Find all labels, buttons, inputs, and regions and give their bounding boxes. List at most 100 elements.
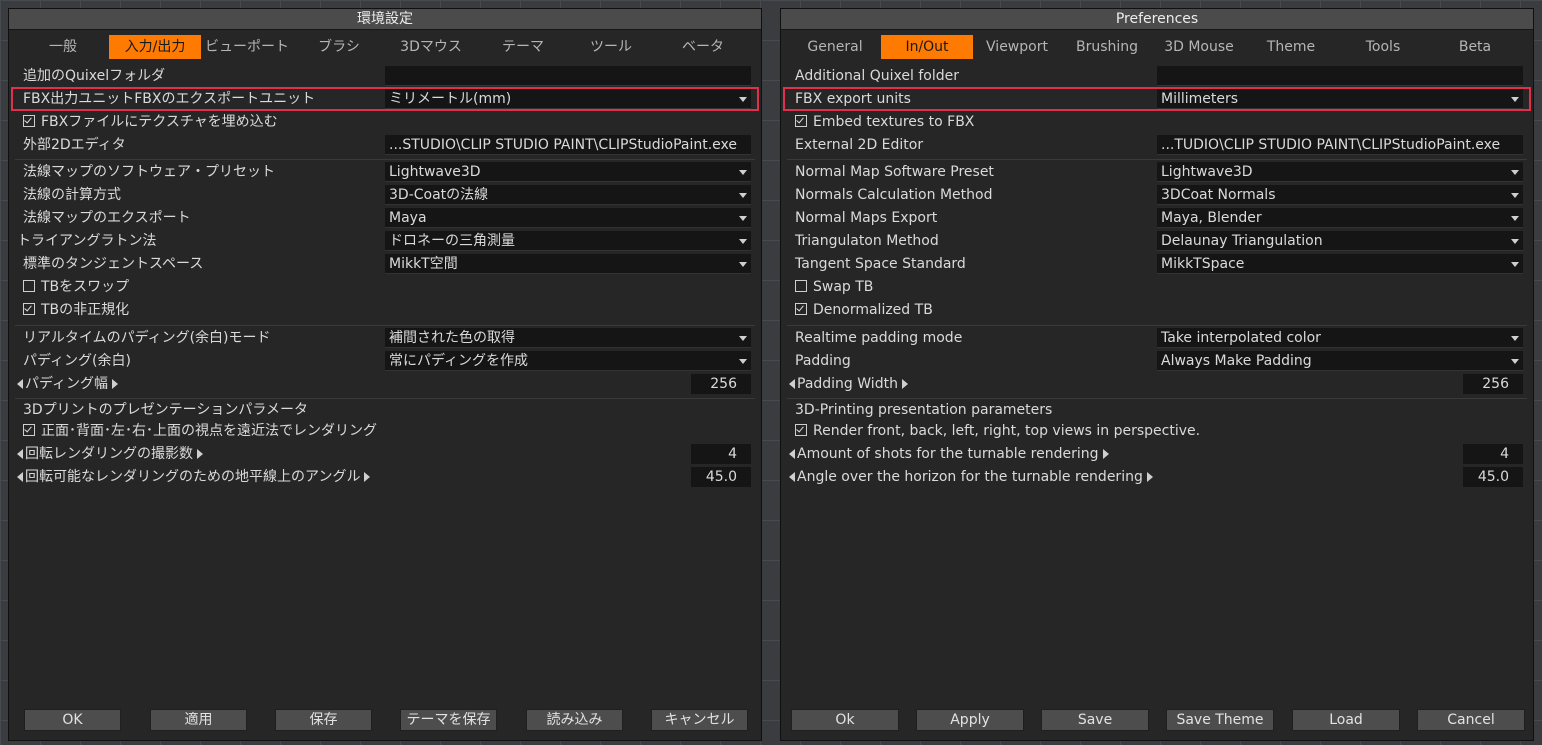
- checkbox-checked-icon[interactable]: [23, 303, 35, 315]
- checkbox-unchecked-icon[interactable]: [23, 280, 35, 292]
- tangent-space-label: Tangent Space Standard: [795, 256, 966, 272]
- tangent-space-select[interactable]: MikkT空間: [385, 254, 751, 274]
- checkbox-checked-icon[interactable]: [795, 424, 807, 436]
- arrow-right-icon[interactable]: [112, 379, 119, 389]
- cancel-button[interactable]: Cancel: [1417, 709, 1525, 731]
- padding-width-input[interactable]: 256: [1463, 374, 1523, 394]
- tangent-space-select[interactable]: MikkTSpace: [1157, 254, 1523, 274]
- swap-tb-row[interactable]: Swap TB: [787, 276, 1527, 298]
- arrow-left-icon[interactable]: [789, 379, 795, 389]
- tab-theme[interactable]: Theme: [1245, 35, 1337, 59]
- tab-viewport[interactable]: ビューポート: [201, 35, 293, 59]
- arrow-right-icon[interactable]: [901, 379, 908, 389]
- checkbox-unchecked-icon[interactable]: [795, 280, 807, 292]
- padding-select[interactable]: 常にパディングを作成: [385, 351, 751, 371]
- apply-button[interactable]: Apply: [916, 709, 1024, 731]
- tab-tools[interactable]: Tools: [1337, 35, 1429, 59]
- angle-label: Angle over the horizon for the turnable …: [797, 469, 1143, 485]
- tab-in-out[interactable]: 入力/出力: [109, 35, 201, 59]
- tab-beta[interactable]: Beta: [1429, 35, 1521, 59]
- divider: [15, 325, 755, 326]
- apply-button[interactable]: 適用: [150, 709, 247, 731]
- arrow-right-icon[interactable]: [1102, 449, 1109, 459]
- ok-button[interactable]: Ok: [791, 709, 899, 731]
- nm-preset-select[interactable]: Lightwave3D: [1157, 162, 1523, 182]
- arrow-left-icon[interactable]: [17, 472, 23, 482]
- save-button[interactable]: 保存: [275, 709, 372, 731]
- angle-input[interactable]: 45.0: [691, 467, 751, 487]
- padding-width-slider[interactable]: Padding Width: [789, 373, 908, 395]
- arrow-left-icon[interactable]: [789, 449, 795, 459]
- load-button[interactable]: 読み込み: [526, 709, 623, 731]
- save-theme-button[interactable]: Save Theme: [1166, 709, 1274, 731]
- load-button[interactable]: Load: [1292, 709, 1400, 731]
- padding-width-slider[interactable]: パディング幅: [17, 373, 119, 395]
- render-perspective-row[interactable]: Render front, back, left, right, top vie…: [787, 420, 1527, 442]
- external-editor-input[interactable]: ...STUDIO\CLIP STUDIO PAINT\CLIPStudioPa…: [385, 135, 751, 155]
- checkbox-checked-icon[interactable]: [23, 424, 35, 436]
- denormalized-tb-row[interactable]: Denormalized TB: [787, 299, 1527, 321]
- cancel-button[interactable]: キャンセル: [651, 709, 748, 731]
- padding-width-input[interactable]: 256: [691, 374, 751, 394]
- tab-3d-mouse[interactable]: 3Dマウス: [385, 35, 477, 59]
- quixel-folder-input[interactable]: [385, 66, 751, 86]
- chevron-down-icon: [739, 193, 747, 198]
- triangulation-select[interactable]: Delaunay Triangulation: [1157, 231, 1523, 251]
- ok-button[interactable]: OK: [24, 709, 121, 731]
- window-title: Preferences: [781, 9, 1533, 30]
- checkbox-checked-icon[interactable]: [795, 303, 807, 315]
- render-perspective-option: 正面･背面･左･右･上面の視点を遠近法でレンダリング: [23, 420, 377, 442]
- arrow-left-icon[interactable]: [789, 472, 795, 482]
- shots-slider[interactable]: Amount of shots for the turnable renderi…: [789, 443, 1109, 465]
- swap-tb-row[interactable]: TBをスワップ: [15, 276, 755, 298]
- denormalized-tb-row[interactable]: TBの非正規化: [15, 299, 755, 321]
- embed-textures-row[interactable]: FBXファイルにテクスチャを埋め込む: [15, 111, 755, 133]
- tab-beta[interactable]: ベータ: [657, 35, 749, 59]
- save-button[interactable]: Save: [1041, 709, 1149, 731]
- normals-calc-select[interactable]: 3D-Coatの法線: [385, 185, 751, 205]
- realtime-padding-select[interactable]: 補間された色の取得: [385, 328, 751, 348]
- arrow-right-icon[interactable]: [1146, 472, 1153, 482]
- denormalized-tb-label: Denormalized TB: [813, 302, 933, 318]
- embed-textures-row[interactable]: Embed textures to FBX: [787, 111, 1527, 133]
- quixel-folder-input[interactable]: [1157, 66, 1523, 86]
- arrow-left-icon[interactable]: [17, 379, 23, 389]
- save-theme-button[interactable]: テーマを保存: [400, 709, 497, 731]
- tab-brushing[interactable]: Brushing: [1061, 35, 1153, 59]
- arrow-right-icon[interactable]: [364, 472, 371, 482]
- realtime-padding-select[interactable]: Take interpolated color: [1157, 328, 1523, 348]
- tab-3d-mouse[interactable]: 3D Mouse: [1153, 35, 1245, 59]
- shots-slider[interactable]: 回転レンダリングの撮影数: [17, 443, 203, 465]
- nm-export-select[interactable]: Maya, Blender: [1157, 208, 1523, 228]
- triangulation-select[interactable]: ドロネーの三角測量: [385, 231, 751, 251]
- padding-select[interactable]: Always Make Padding: [1157, 351, 1523, 371]
- tab-general[interactable]: 一般: [17, 35, 109, 59]
- checkbox-checked-icon[interactable]: [795, 115, 807, 127]
- angle-slider[interactable]: 回転可能なレンダリングのための地平線上のアングル: [17, 466, 371, 488]
- normals-calc-select[interactable]: 3DCoat Normals: [1157, 185, 1523, 205]
- nm-export-select[interactable]: Maya: [385, 208, 751, 228]
- arrow-right-icon[interactable]: [197, 449, 203, 459]
- checkbox-checked-icon[interactable]: [23, 115, 35, 127]
- divider: [787, 159, 1527, 160]
- tab-theme[interactable]: テーマ: [477, 35, 569, 59]
- tab-tools[interactable]: ツール: [565, 35, 657, 59]
- shots-input[interactable]: 4: [1463, 444, 1523, 464]
- render-perspective-row[interactable]: 正面･背面･左･右･上面の視点を遠近法でレンダリング: [15, 420, 755, 442]
- arrow-left-icon[interactable]: [17, 449, 23, 459]
- tab-general[interactable]: General: [789, 35, 881, 59]
- nm-preset-select[interactable]: Lightwave3D: [385, 162, 751, 182]
- tab-brushing[interactable]: ブラシ: [293, 35, 385, 59]
- padding-label: パディング(余白): [23, 353, 131, 369]
- fbx-units-select[interactable]: Millimeters: [1157, 89, 1523, 109]
- print-params-header: 3D-Printing presentation parameters: [795, 402, 1053, 418]
- tab-in-out[interactable]: In/Out: [881, 35, 973, 59]
- tab-viewport[interactable]: Viewport: [971, 35, 1063, 59]
- window-title: 環境設定: [9, 9, 761, 30]
- angle-input[interactable]: 45.0: [1463, 467, 1523, 487]
- fbx-units-select[interactable]: ミリメートル(mm): [385, 89, 751, 109]
- angle-slider[interactable]: Angle over the horizon for the turnable …: [789, 466, 1153, 488]
- shots-input[interactable]: 4: [691, 444, 751, 464]
- external-editor-input[interactable]: ...TUDIO\CLIP STUDIO PAINT\CLIPStudioPai…: [1157, 135, 1523, 155]
- tangent-space-value: MikkTSpace: [1161, 256, 1245, 272]
